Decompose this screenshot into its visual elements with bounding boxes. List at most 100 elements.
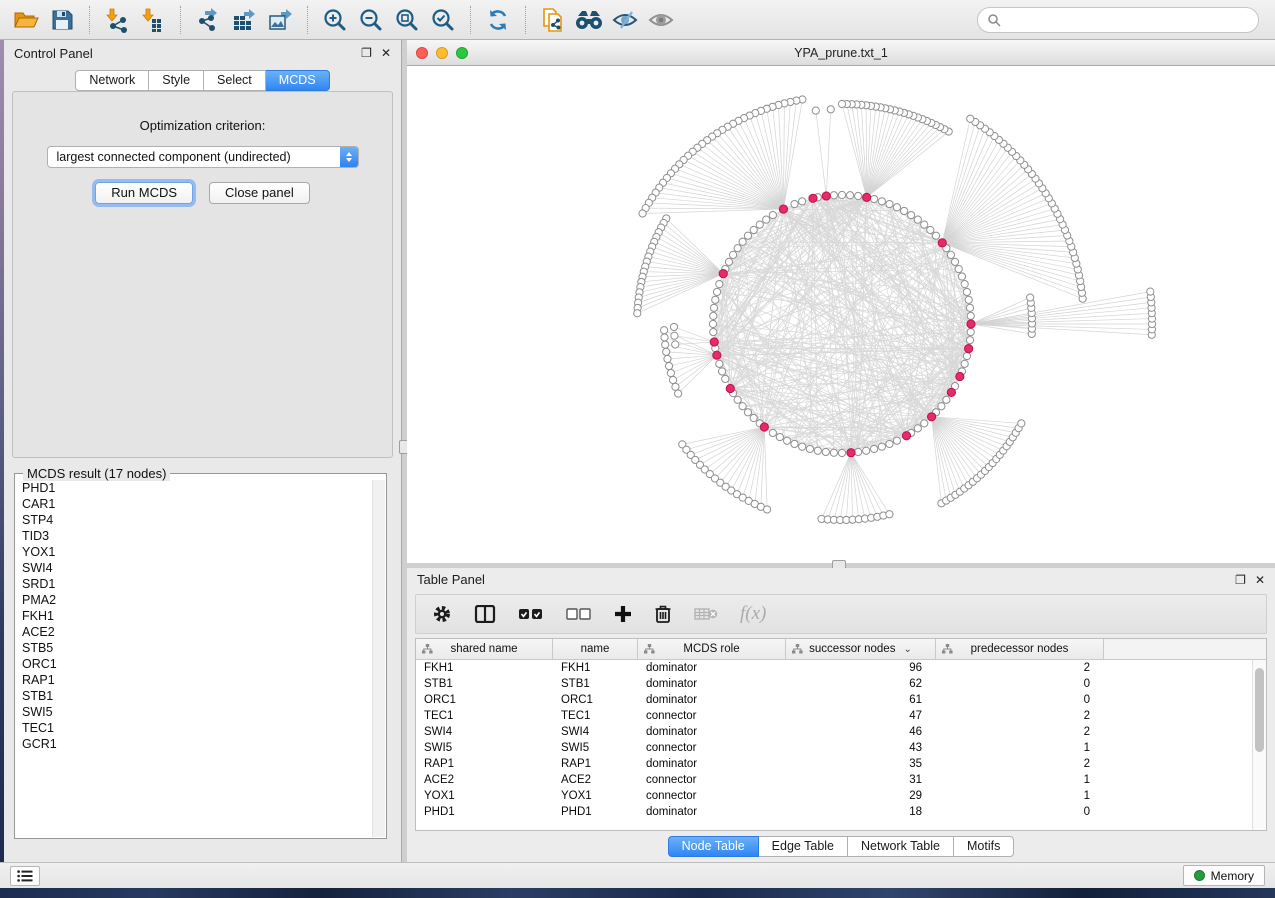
list-item[interactable]: RAP1 — [16, 672, 372, 688]
mcds-network-node[interactable] — [760, 423, 768, 431]
result-list-scrollbar[interactable] — [372, 480, 385, 837]
network-node[interactable] — [729, 251, 736, 258]
network-node[interactable] — [763, 506, 770, 513]
network-node[interactable] — [769, 429, 776, 436]
show-all-button[interactable] — [643, 4, 679, 36]
column-header-successor-nodes[interactable]: successor nodes⌄ — [786, 639, 936, 659]
add-column-button[interactable] — [614, 600, 632, 628]
network-node[interactable] — [927, 226, 934, 233]
network-node[interactable] — [661, 327, 668, 334]
mcds-network-node[interactable] — [809, 194, 817, 202]
list-item[interactable]: TEC1 — [16, 720, 372, 736]
network-node[interactable] — [955, 265, 962, 272]
tab-network[interactable]: Network — [75, 70, 149, 91]
column-header-shared-name[interactable]: shared name — [416, 639, 553, 659]
show-column-button[interactable] — [474, 600, 496, 628]
network-node[interactable] — [812, 107, 819, 114]
mcds-network-node[interactable] — [847, 449, 855, 457]
network-node[interactable] — [870, 445, 877, 452]
network-node[interactable] — [838, 191, 845, 198]
scrollbar-thumb[interactable] — [1255, 668, 1264, 752]
network-node[interactable] — [827, 106, 834, 113]
network-node[interactable] — [664, 355, 671, 362]
network-node[interactable] — [961, 360, 968, 367]
network-node[interactable] — [672, 383, 679, 390]
list-item[interactable]: YOX1 — [16, 544, 372, 560]
network-node[interactable] — [1147, 288, 1154, 295]
zoom-fit-button[interactable] — [389, 4, 425, 36]
tab-edge-table[interactable]: Edge Table — [759, 836, 848, 857]
network-node[interactable] — [661, 334, 668, 341]
network-node[interactable] — [822, 448, 829, 455]
mcds-network-node[interactable] — [956, 372, 964, 380]
list-item[interactable]: SWI4 — [16, 560, 372, 576]
network-node[interactable] — [663, 348, 670, 355]
clone-network-button[interactable] — [535, 4, 571, 36]
network-node[interactable] — [1018, 420, 1025, 427]
network-node[interactable] — [675, 390, 682, 397]
table-row[interactable]: YOX1YOX1connector291 — [416, 788, 1266, 804]
mcds-network-node[interactable] — [938, 239, 946, 247]
network-node[interactable] — [806, 445, 813, 452]
close-panel-icon[interactable]: ✕ — [1255, 574, 1265, 586]
network-node[interactable] — [713, 288, 720, 295]
network-node[interactable] — [893, 204, 900, 211]
tab-select[interactable]: Select — [204, 70, 266, 91]
network-node[interactable] — [914, 425, 921, 432]
network-node[interactable] — [739, 238, 746, 245]
column-header-name[interactable]: name — [553, 639, 638, 659]
network-node[interactable] — [716, 360, 723, 367]
network-node[interactable] — [791, 200, 798, 207]
table-scrollbar[interactable] — [1252, 660, 1266, 830]
network-node[interactable] — [712, 296, 719, 303]
mcds-network-node[interactable] — [726, 384, 734, 392]
network-node[interactable] — [965, 296, 972, 303]
network-node[interactable] — [1027, 294, 1034, 301]
network-node[interactable] — [750, 414, 757, 421]
export-image-button[interactable] — [262, 4, 298, 36]
network-node[interactable] — [951, 258, 958, 265]
open-file-button[interactable] — [8, 4, 44, 36]
network-node[interactable] — [750, 226, 757, 233]
tab-style[interactable]: Style — [149, 70, 204, 91]
export-network-button[interactable] — [190, 4, 226, 36]
network-node[interactable] — [710, 328, 717, 335]
list-item[interactable]: STB5 — [16, 640, 372, 656]
network-node[interactable] — [830, 449, 837, 456]
mcds-network-node[interactable] — [967, 320, 975, 328]
table-row[interactable]: ACE2ACE2connector311 — [416, 772, 1266, 788]
table-row[interactable]: TEC1TEC1connector472 — [416, 708, 1266, 724]
list-item[interactable]: ACE2 — [16, 624, 372, 640]
hide-selected-button[interactable] — [607, 4, 643, 36]
network-node[interactable] — [725, 258, 732, 265]
network-node[interactable] — [670, 323, 677, 330]
network-node[interactable] — [783, 437, 790, 444]
column-header-MCDS-role[interactable]: MCDS role — [638, 639, 786, 659]
network-node[interactable] — [886, 440, 893, 447]
network-node[interactable] — [914, 216, 921, 223]
network-node[interactable] — [886, 200, 893, 207]
list-item[interactable]: GCR1 — [16, 736, 372, 752]
network-node[interactable] — [921, 420, 928, 427]
network-node[interactable] — [756, 221, 763, 228]
list-item[interactable]: SRD1 — [16, 576, 372, 592]
network-node[interactable] — [855, 192, 862, 199]
list-item[interactable]: STP4 — [16, 512, 372, 528]
mcds-network-node[interactable] — [863, 193, 871, 201]
network-node[interactable] — [967, 115, 974, 122]
network-node[interactable] — [855, 448, 862, 455]
network-node[interactable] — [791, 440, 798, 447]
network-node[interactable] — [776, 433, 783, 440]
network-node[interactable] — [718, 368, 725, 375]
close-panel-icon[interactable]: ✕ — [381, 47, 391, 59]
table-row[interactable]: FKH1FKH1dominator962 — [416, 660, 1266, 676]
network-node[interactable] — [967, 328, 974, 335]
table-row[interactable]: RAP1RAP1dominator352 — [416, 756, 1266, 772]
network-node[interactable] — [634, 310, 641, 317]
network-node[interactable] — [963, 352, 970, 359]
mcds-network-node[interactable] — [928, 413, 936, 421]
network-node[interactable] — [938, 403, 945, 410]
network-node[interactable] — [769, 211, 776, 218]
mcds-network-node[interactable] — [965, 345, 973, 353]
tab-motifs[interactable]: Motifs — [954, 836, 1014, 857]
